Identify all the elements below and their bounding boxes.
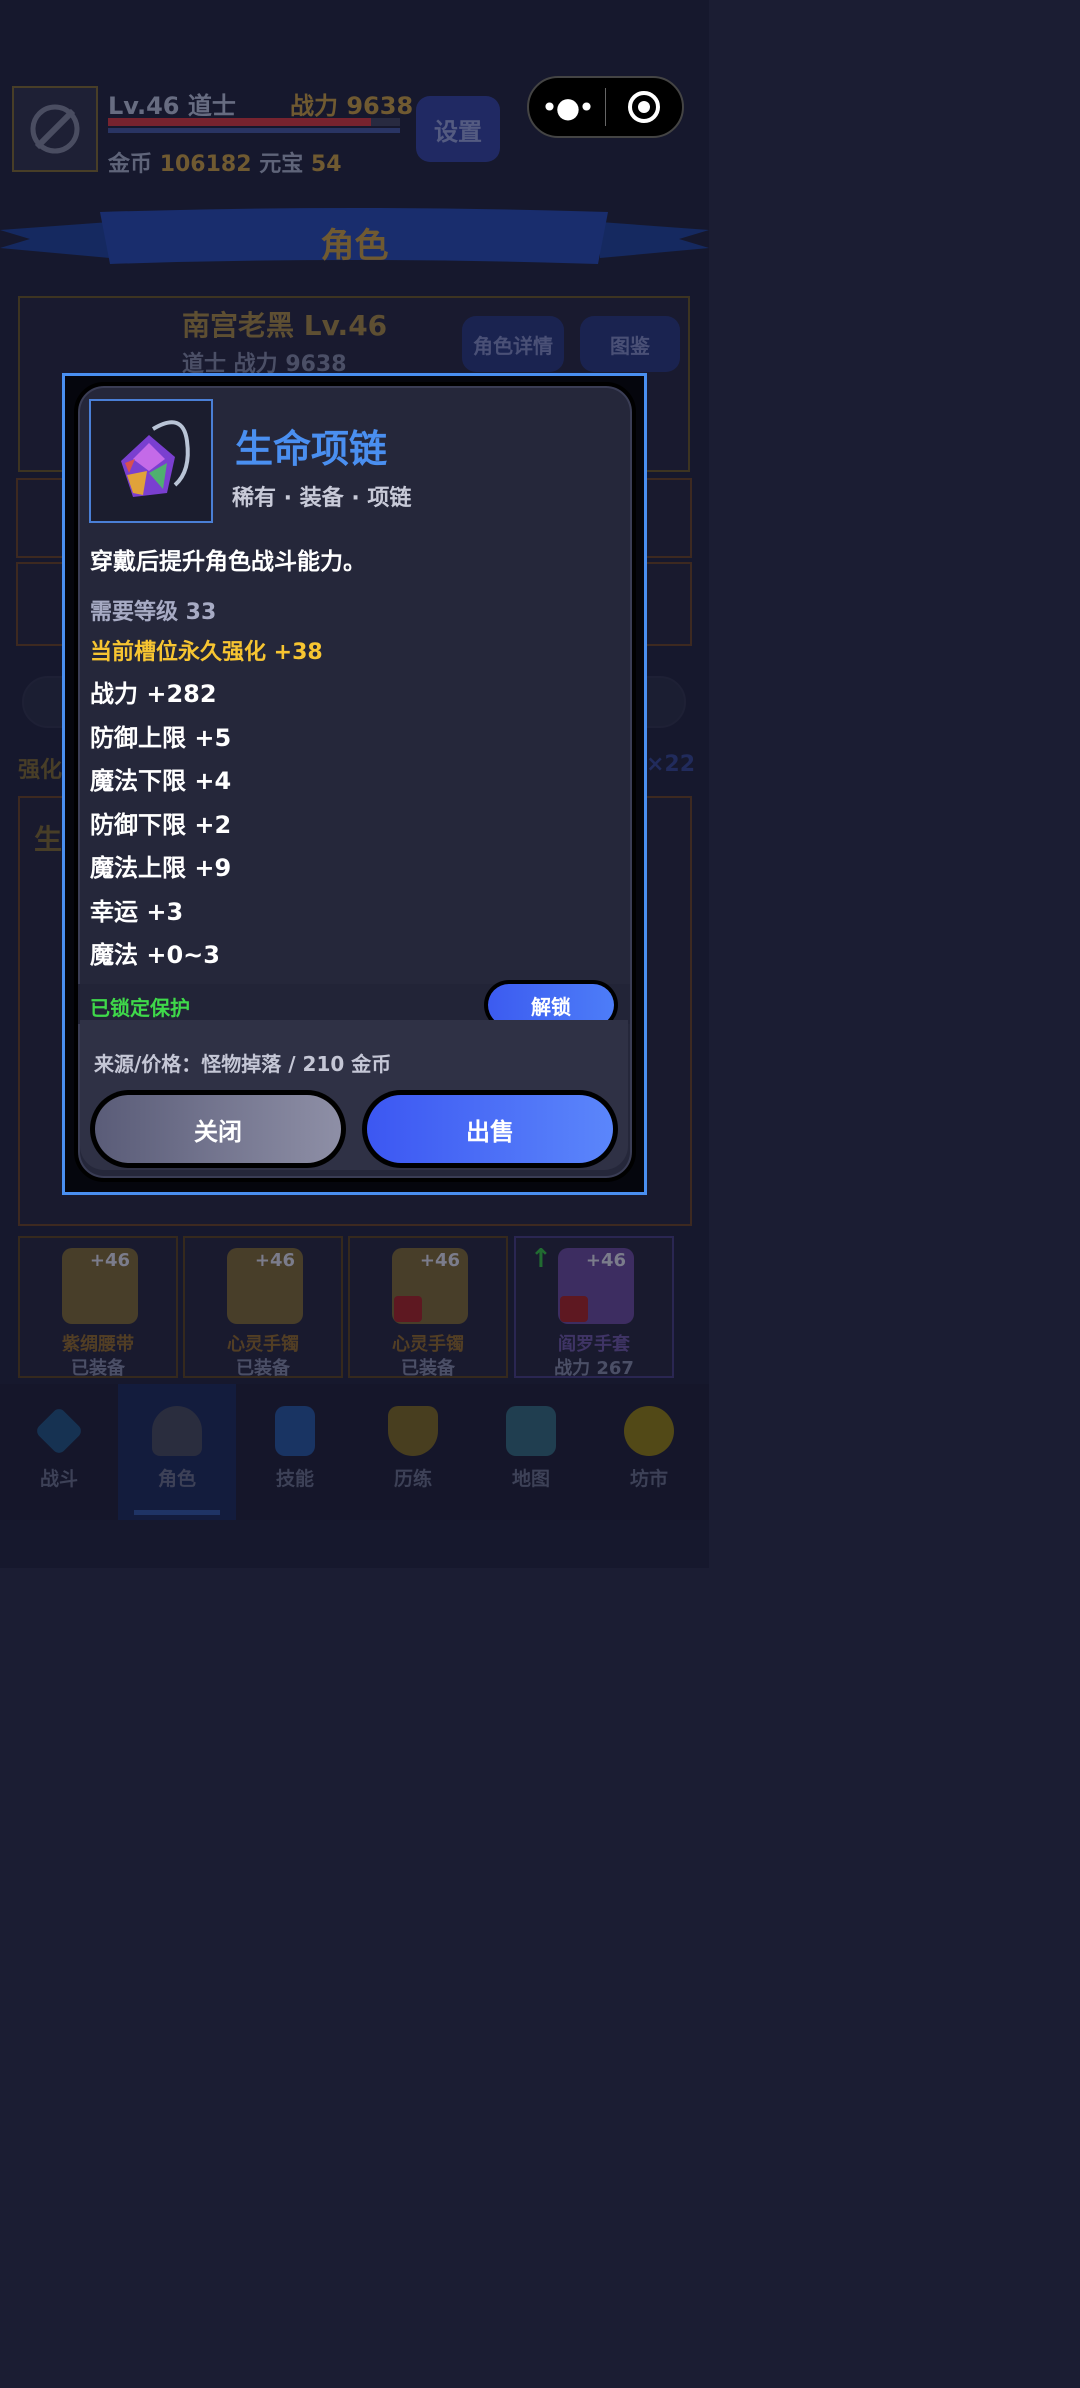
- stat-line: 魔法 +0~3: [90, 941, 220, 969]
- stat-line: 战力 +282: [90, 680, 217, 708]
- necklace-icon: [89, 399, 213, 523]
- sell-label: 出售: [367, 1095, 613, 1163]
- slot-enhancement: 当前槽位永久强化 +38: [90, 640, 323, 665]
- stat-line: 幸运 +3: [90, 898, 184, 926]
- game-screen: Lv.46 道士 战力 9638 金币 106182 元宝 54 设置 角色 南…: [0, 0, 709, 1568]
- level-requirement: 需要等级 33: [90, 600, 217, 625]
- item-tags: 稀有 · 装备 · 项链: [232, 486, 412, 511]
- stat-line: 魔法上限 +9: [90, 854, 232, 882]
- close-label: 关闭: [95, 1095, 341, 1163]
- more-icon[interactable]: •●•: [529, 91, 605, 124]
- mini-program-capsule: •●•: [527, 76, 684, 138]
- item-description: 穿戴后提升角色战斗能力。: [90, 549, 366, 575]
- locked-status: 已锁定保护: [90, 996, 190, 1020]
- stat-line: 防御上限 +5: [90, 724, 232, 752]
- stat-line: 魔法下限 +4: [90, 767, 232, 795]
- stat-line: 防御下限 +2: [90, 811, 232, 839]
- close-miniprogram-icon[interactable]: [606, 91, 682, 123]
- close-button[interactable]: 关闭: [90, 1090, 346, 1168]
- sell-button[interactable]: 出售: [362, 1090, 618, 1168]
- item-source: 来源/价格：怪物掉落 / 210 金币: [94, 1052, 392, 1076]
- item-title: 生命项链: [235, 427, 388, 471]
